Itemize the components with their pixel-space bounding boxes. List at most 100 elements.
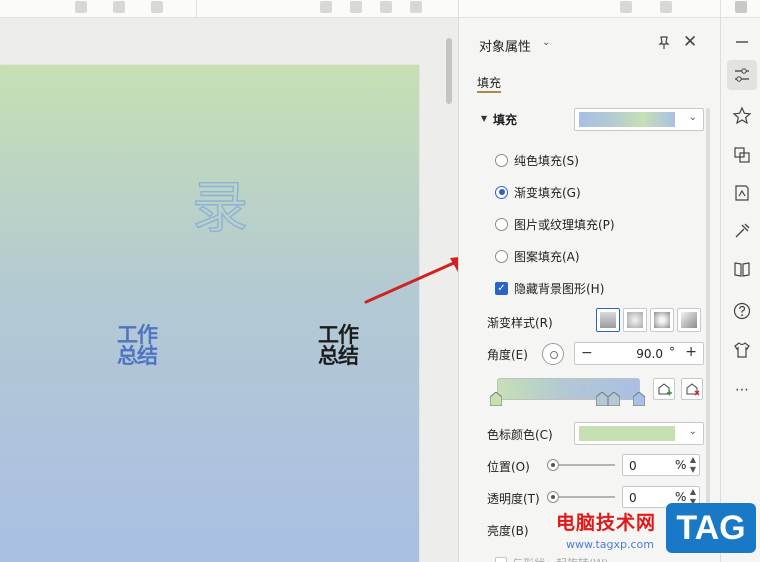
delete-stop-button[interactable] bbox=[681, 378, 703, 400]
watermark-url: www.tagxp.com bbox=[566, 538, 654, 551]
gradient-stop-handle[interactable] bbox=[608, 392, 620, 406]
gradient-style-radial[interactable] bbox=[623, 308, 647, 332]
stop-color-dropdown[interactable]: ⌄ bbox=[574, 422, 704, 445]
option-label: 纯色填充(S) bbox=[514, 153, 579, 168]
radio-pattern-fill[interactable]: 图案填充(A) bbox=[495, 248, 580, 264]
toolbar-icon[interactable] bbox=[380, 1, 392, 13]
toolbar-icon[interactable] bbox=[113, 1, 125, 13]
stop-color-label: 色标颜色(C) bbox=[487, 428, 553, 442]
angle-unit: ° bbox=[669, 345, 675, 359]
angle-dial-icon[interactable] bbox=[542, 343, 564, 365]
watermark-text: 电脑技术网 bbox=[556, 512, 657, 534]
stepper-arrows[interactable]: ▲ ▼ bbox=[690, 455, 696, 475]
chevron-down-icon[interactable]: ⌄ bbox=[542, 37, 550, 48]
angle-label: 角度(E) bbox=[487, 348, 528, 362]
chevron-down-icon: ⌄ bbox=[688, 112, 697, 123]
toolbar-icon[interactable] bbox=[660, 1, 672, 13]
toolbar-icon[interactable] bbox=[620, 1, 632, 13]
position-input[interactable]: 0 % ▲ ▼ bbox=[622, 454, 700, 476]
panel-title: 对象属性 bbox=[479, 40, 532, 55]
radio-button-selected[interactable] bbox=[495, 185, 508, 199]
gradient-stop-handle[interactable] bbox=[633, 392, 645, 406]
text-box-blue[interactable]: 工作 总结 bbox=[117, 323, 158, 368]
radio-picture-fill[interactable]: 图片或纹理填充(P) bbox=[495, 216, 615, 232]
slide[interactable]: 录 工作 总结 工作 总结 bbox=[0, 65, 419, 562]
help-icon[interactable] bbox=[732, 301, 752, 321]
slider-knob[interactable] bbox=[547, 459, 559, 471]
text-line: 总结 bbox=[318, 344, 359, 368]
panel-scrollbar[interactable] bbox=[706, 108, 710, 528]
radio-solid-fill[interactable]: 纯色填充(S) bbox=[495, 152, 579, 168]
object-properties-panel: 对象属性 ⌄ ✕ 填充 ▼ 填充 ⌄ 纯色填充(S) 渐变填充(G) 图片或纹理… bbox=[458, 18, 720, 562]
toolbar-separator bbox=[720, 0, 721, 17]
checkbox-rotate-with-shape[interactable]: 与形状一起旋转(W) bbox=[495, 555, 608, 562]
watermark-tag-logo: TAG bbox=[666, 503, 756, 553]
toolbar-icon[interactable] bbox=[410, 1, 422, 13]
position-value[interactable]: 0 bbox=[629, 459, 637, 473]
gradient-style-rectangular[interactable] bbox=[650, 308, 674, 332]
position-slider[interactable] bbox=[547, 457, 615, 473]
position-label: 位置(O) bbox=[487, 460, 530, 474]
collapse-triangle-icon[interactable]: ▼ bbox=[481, 114, 487, 123]
tools-icon[interactable] bbox=[732, 221, 752, 241]
angle-value[interactable]: 90.0 bbox=[615, 347, 663, 361]
right-icon-rail: ⋯ bbox=[720, 18, 760, 562]
section-fill-label[interactable]: 填充 bbox=[493, 111, 517, 128]
toolbar-icon[interactable] bbox=[75, 1, 87, 13]
fill-color-dropdown[interactable]: ⌄ bbox=[574, 108, 704, 131]
star-icon[interactable] bbox=[732, 106, 752, 126]
slider-knob[interactable] bbox=[547, 491, 559, 503]
gradient-swatch bbox=[579, 112, 675, 127]
book-icon[interactable] bbox=[732, 259, 752, 279]
gradient-style-label: 渐变样式(R) bbox=[487, 316, 553, 330]
more-icon[interactable]: ⋯ bbox=[732, 382, 752, 402]
reading-icon[interactable] bbox=[732, 183, 752, 203]
transparency-slider[interactable] bbox=[547, 489, 615, 505]
plus-button[interactable]: + bbox=[685, 344, 697, 360]
gradient-stop-handle[interactable] bbox=[596, 392, 608, 406]
up-icon[interactable]: ▲ bbox=[690, 487, 696, 496]
gradient-stop-handle[interactable] bbox=[490, 392, 502, 406]
text-line: 总结 bbox=[117, 344, 158, 368]
down-icon[interactable]: ▼ bbox=[690, 465, 696, 474]
properties-icon[interactable] bbox=[732, 65, 752, 85]
toolbar-icon[interactable] bbox=[320, 1, 332, 13]
position-unit: % bbox=[675, 458, 687, 472]
document-canvas[interactable]: 录 工作 总结 工作 总结 bbox=[0, 18, 458, 562]
outlined-character[interactable]: 录 bbox=[191, 163, 250, 244]
checkbox[interactable] bbox=[495, 557, 507, 562]
minus-button[interactable]: − bbox=[581, 345, 593, 361]
text-box-dark[interactable]: 工作 总结 bbox=[318, 323, 359, 368]
angle-input[interactable]: − 90.0 ° + bbox=[574, 342, 704, 365]
toolbar-icon[interactable] bbox=[151, 1, 163, 13]
close-icon[interactable]: ✕ bbox=[683, 32, 697, 52]
radio-button[interactable] bbox=[495, 249, 508, 263]
radio-button[interactable] bbox=[495, 153, 508, 167]
transparency-label: 透明度(T) bbox=[487, 492, 540, 506]
option-label: 图案填充(A) bbox=[514, 249, 580, 264]
checkbox-checked[interactable]: ✓ bbox=[495, 281, 508, 295]
text-line: 工作 bbox=[318, 323, 359, 347]
transparency-value[interactable]: 0 bbox=[629, 491, 637, 505]
checkbox-hide-background[interactable]: ✓ 隐藏背景图形(H) bbox=[495, 280, 604, 296]
swap-icon[interactable] bbox=[732, 145, 752, 165]
pin-icon[interactable] bbox=[656, 35, 672, 51]
text-line: 工作 bbox=[117, 323, 158, 347]
option-label: 与形状一起旋转(W) bbox=[512, 555, 608, 562]
gradient-style-linear[interactable] bbox=[596, 308, 620, 332]
toolbar-separator bbox=[196, 0, 197, 17]
option-label: 隐藏背景图形(H) bbox=[514, 281, 605, 296]
toolbar-icon[interactable] bbox=[350, 1, 362, 13]
gradient-style-path[interactable] bbox=[677, 308, 701, 332]
toolbar-icon[interactable] bbox=[735, 1, 747, 13]
top-toolbar bbox=[0, 0, 760, 18]
up-icon[interactable]: ▲ bbox=[690, 455, 696, 464]
add-stop-button[interactable] bbox=[653, 378, 675, 400]
canvas-scrollbar-thumb[interactable] bbox=[446, 38, 452, 104]
brightness-label: 亮度(B) bbox=[487, 524, 529, 538]
minimize-icon[interactable] bbox=[732, 32, 752, 52]
radio-gradient-fill[interactable]: 渐变填充(G) bbox=[495, 184, 581, 200]
tab-fill[interactable]: 填充 bbox=[477, 74, 501, 91]
shirt-icon[interactable] bbox=[732, 340, 752, 360]
radio-button[interactable] bbox=[495, 217, 508, 231]
